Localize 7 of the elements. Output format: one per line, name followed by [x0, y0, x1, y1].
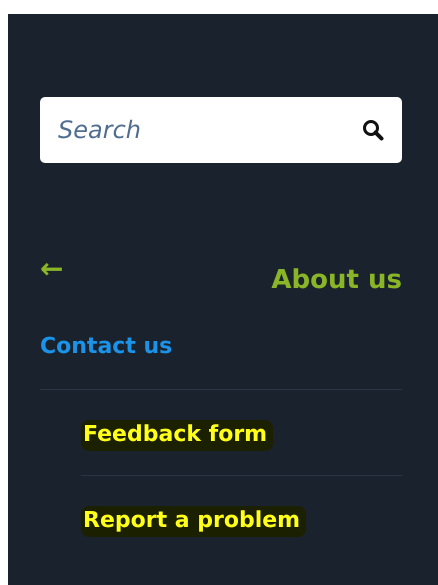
submenu-link[interactable]: Feedback form: [81, 420, 274, 451]
section-title: About us: [271, 264, 402, 297]
back-arrow-icon[interactable]: ←: [40, 255, 64, 283]
menu-link[interactable]: Contact us: [40, 300, 402, 390]
submenu-link[interactable]: Report a problem: [81, 506, 306, 537]
search-field[interactable]: Search: [40, 97, 402, 163]
search-icon[interactable]: [362, 119, 384, 141]
